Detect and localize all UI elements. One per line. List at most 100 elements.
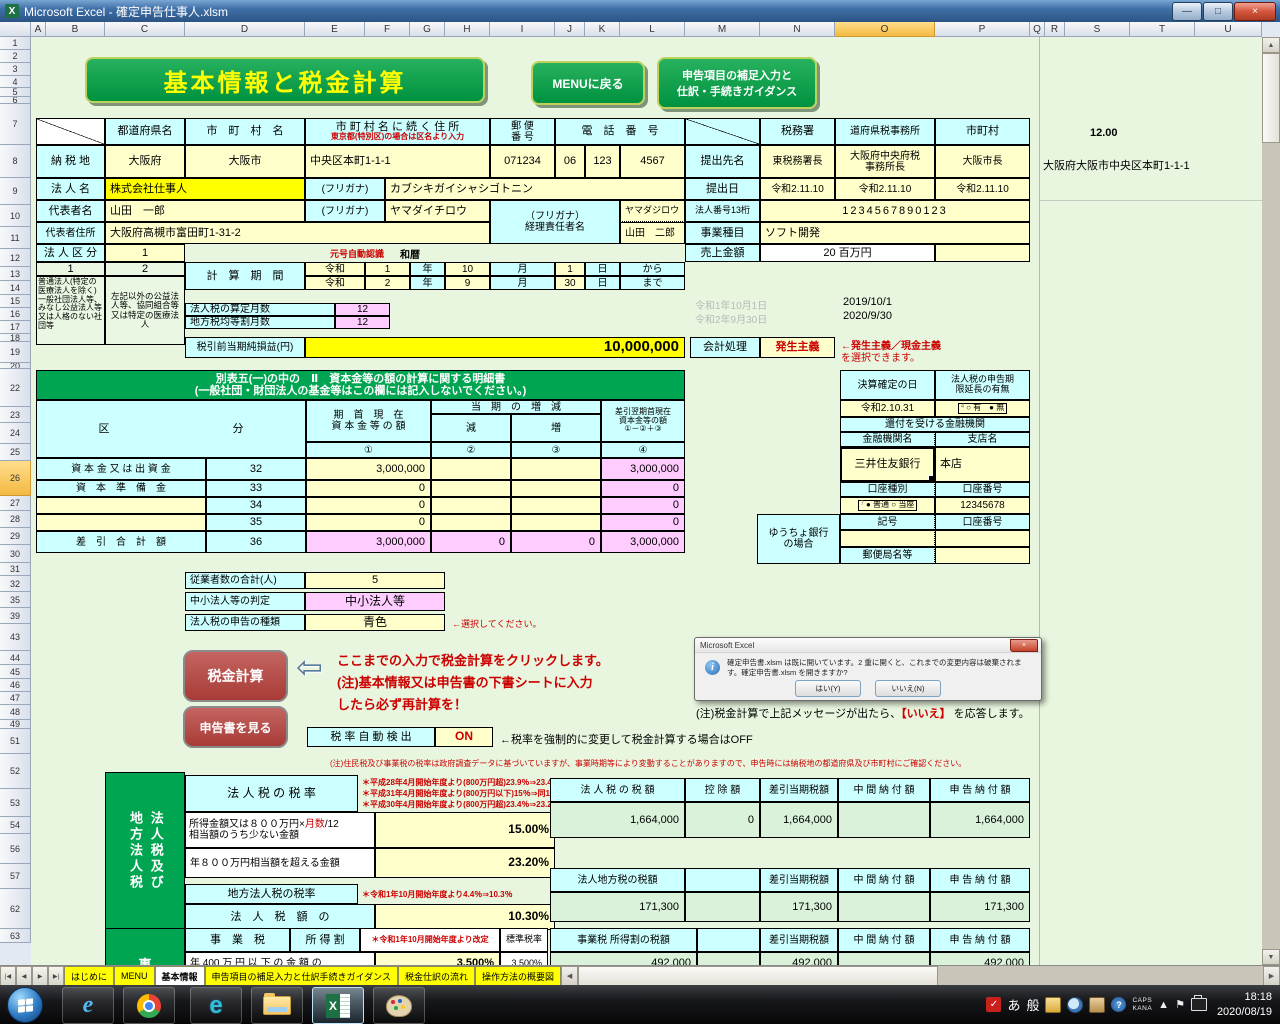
horizontal-scrollbar[interactable]: ◀ ▶ xyxy=(561,966,1280,986)
gessu1-cell[interactable]: 12 xyxy=(335,303,390,316)
tel1-cell[interactable]: 06 xyxy=(555,145,585,178)
hi2-cell[interactable]: 令和2.11.10 xyxy=(835,178,935,200)
koza-no2-cell[interactable] xyxy=(935,530,1030,547)
row32-c3[interactable] xyxy=(511,458,601,480)
ime-pad-icon[interactable] xyxy=(1045,997,1061,1013)
row-header[interactable]: 31 xyxy=(0,563,31,576)
gessu2-cell[interactable]: 12 xyxy=(335,316,390,329)
row-header[interactable]: 46 xyxy=(0,679,31,692)
sheet-tab[interactable]: MENU xyxy=(114,966,155,986)
row-header[interactable]: 29 xyxy=(0,528,31,545)
row-header[interactable]: 43 xyxy=(0,624,31,651)
scroll-up-icon[interactable]: ▲ xyxy=(1262,37,1280,53)
restore-button[interactable]: □ xyxy=(1203,2,1233,21)
rate3-cell[interactable]: 10.30% xyxy=(375,904,555,930)
column-header[interactable]: O xyxy=(835,22,935,37)
sheet-tab[interactable]: 申告項目の補足入力と仕訳手続きガイダンス xyxy=(205,966,398,986)
auto-detect-value[interactable]: ON xyxy=(435,727,493,747)
row-header[interactable]: 2 xyxy=(0,50,31,63)
rate1-cell[interactable]: 15.00% xyxy=(375,812,555,848)
scroll-right-icon[interactable]: ▶ xyxy=(1263,966,1280,986)
row-header[interactable]: 8 xyxy=(0,145,31,178)
row-header[interactable]: 27 xyxy=(0,496,31,511)
row35-c2[interactable] xyxy=(431,514,511,531)
row32-c1[interactable]: 3,000,000 xyxy=(306,458,431,480)
teishutsu1-cell[interactable]: 東税務署長 xyxy=(760,145,835,178)
column-header[interactable]: G xyxy=(410,22,445,37)
keiri-kana-cell[interactable]: ヤマダジロウ xyxy=(620,200,685,222)
column-header[interactable]: F xyxy=(365,22,410,37)
row-header[interactable]: 53 xyxy=(0,789,31,817)
column-header[interactable]: C xyxy=(105,22,185,37)
sheet-tab[interactable]: はじめに xyxy=(64,966,114,986)
row-header[interactable]: 30 xyxy=(0,545,31,563)
column-header[interactable]: B xyxy=(46,22,105,37)
vertical-scrollbar[interactable]: ▲ ▼ xyxy=(1262,37,1280,965)
row-header[interactable]: 13 xyxy=(0,267,31,281)
day1-cell[interactable]: 1 xyxy=(555,262,585,276)
view-return-button[interactable]: 申告書を見る xyxy=(183,706,288,748)
rieki-cell[interactable]: 10,000,000 xyxy=(305,337,685,358)
month2-cell[interactable]: 9 xyxy=(445,276,490,290)
column-header[interactable]: T xyxy=(1130,22,1195,37)
shiten-cell[interactable]: 本店 xyxy=(935,447,1030,482)
row-header[interactable]: 28 xyxy=(0,511,31,528)
row33-c2[interactable] xyxy=(431,480,511,497)
hi3-cell[interactable]: 令和2.11.10 xyxy=(935,178,1030,200)
row-header[interactable]: 51 xyxy=(0,729,31,754)
ime-help-icon[interactable]: ? xyxy=(1111,997,1126,1012)
selection-handle[interactable] xyxy=(928,475,935,482)
ime-status-icon[interactable]: ✓ xyxy=(986,997,1001,1012)
row-header[interactable]: 35 xyxy=(0,592,31,608)
row32-c2[interactable] xyxy=(431,458,511,480)
yubin-cell[interactable] xyxy=(935,547,1030,564)
tel2-cell[interactable]: 123 xyxy=(585,145,620,178)
scroll-down-icon[interactable]: ▼ xyxy=(1262,949,1280,965)
ime-toolbox-icon[interactable] xyxy=(1089,997,1105,1013)
city-cell[interactable]: 大阪市 xyxy=(185,145,305,178)
close-button[interactable]: × xyxy=(1234,2,1276,21)
row-header[interactable]: 18 xyxy=(0,334,31,342)
horizontal-scroll-track[interactable] xyxy=(938,966,1263,986)
row-header[interactable]: 45 xyxy=(0,665,31,679)
day2-cell[interactable]: 30 xyxy=(555,276,585,290)
row-header[interactable]: 47 xyxy=(0,692,31,705)
row-header[interactable]: 12 xyxy=(0,249,31,267)
rate2-cell[interactable]: 23.20% xyxy=(375,848,555,878)
row-header[interactable]: 39 xyxy=(0,608,31,624)
column-header[interactable]: K xyxy=(585,22,620,37)
zip-cell[interactable]: 071234 xyxy=(490,145,555,178)
row-header[interactable]: 56 xyxy=(0,834,31,864)
row34-c3[interactable] xyxy=(511,497,601,514)
daihyo-cell[interactable]: 山田 一郎 xyxy=(105,200,305,222)
teishutsu2-cell[interactable]: 大阪府中央府税 事務所長 xyxy=(835,145,935,178)
hidden-icons-button[interactable]: ▲ xyxy=(1158,999,1169,1011)
uriage-cell[interactable]: 20 百万円 xyxy=(760,244,935,262)
jugyo-cell[interactable]: 5 xyxy=(305,572,445,589)
column-header[interactable]: L xyxy=(620,22,685,37)
ime-search-icon[interactable] xyxy=(1067,997,1083,1013)
taskbar-item-ie[interactable]: e xyxy=(62,987,114,1024)
keiri-cell[interactable]: 山田 二郎 xyxy=(620,222,685,244)
encho-radio-group[interactable]: 4 ○ 有 ● 無 xyxy=(958,403,1007,414)
row-header[interactable]: 24 xyxy=(0,423,31,444)
ime-mode-general[interactable]: 般 xyxy=(1026,995,1039,1014)
row-header[interactable]: 44 xyxy=(0,651,31,665)
row-header[interactable]: 3 xyxy=(0,63,31,76)
column-header[interactable]: E xyxy=(305,22,365,37)
tab-nav-button[interactable]: |◀ xyxy=(0,966,16,986)
row35-c1[interactable]: 0 xyxy=(306,514,431,531)
row-header[interactable]: 19 xyxy=(0,342,31,363)
kubun-cell[interactable]: 1 xyxy=(105,244,185,262)
ime-mode-hiragana[interactable]: あ xyxy=(1007,995,1020,1014)
row-header[interactable]: 48 xyxy=(0,705,31,720)
row-header[interactable]: 15 xyxy=(0,295,31,308)
row-header[interactable]: 62 xyxy=(0,889,31,929)
row-header[interactable]: 57 xyxy=(0,864,31,889)
taskbar-item-excel[interactable]: X xyxy=(312,987,364,1024)
year2-cell[interactable]: 2 xyxy=(365,276,410,290)
jusho-cell[interactable]: 大阪府高槻市富田町1-31-2 xyxy=(105,222,490,244)
row-header[interactable]: 6 xyxy=(0,97,31,104)
row-header[interactable]: 1 xyxy=(0,37,31,50)
tab-nav-button[interactable]: ◀ xyxy=(16,966,32,986)
